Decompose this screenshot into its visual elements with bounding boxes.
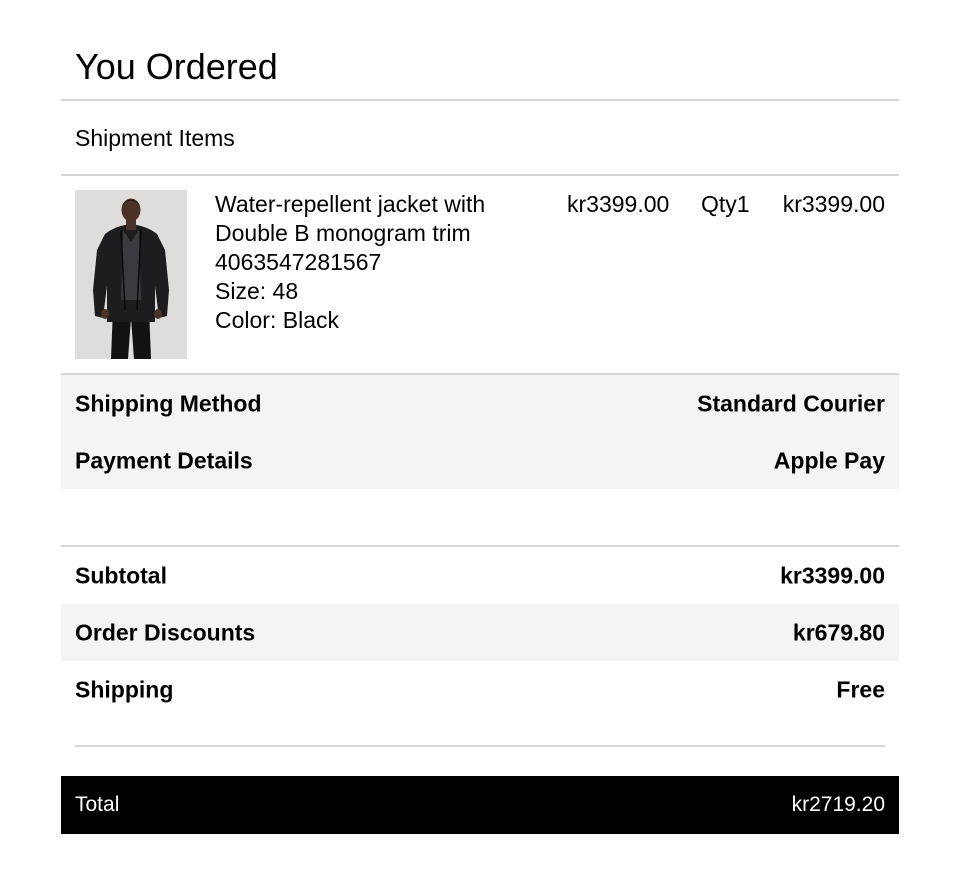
divider [75,745,885,747]
shipping-cost-value: Free [836,676,885,702]
product-image[interactable] [75,190,187,359]
shipping-method-label: Shipping Method [75,390,262,416]
order-discounts-row: Order Discounts kr679.80 [61,604,899,661]
subtotal-label: Subtotal [75,562,167,588]
order-discounts-value: kr679.80 [792,619,885,645]
shipping-payment-block: Shipping Method Standard Courier Payment… [61,375,899,489]
order-discounts-label: Order Discounts [75,619,256,645]
section-heading: Shipment Items [75,125,235,151]
shipping-cost-row: Shipping Free [61,661,899,718]
divider [61,99,899,101]
subtotal-row: Subtotal kr3399.00 [61,547,899,604]
total-value: kr2719.20 [791,793,885,816]
product-sku: 4063547281567 [215,249,382,275]
line-total: kr3399.00 [782,191,885,217]
payment-details-value: Apple Pay [773,447,885,473]
product-size: Size: 48 [215,278,299,304]
item-quantity: Qty1 [701,191,750,217]
payment-details-label: Payment Details [75,447,253,473]
shipping-method-value: Standard Courier [697,390,885,416]
unit-price: kr3399.00 [567,191,670,217]
shipment-item-row: Water-repellent jacket with Double B mon… [61,177,899,373]
page-title: You Ordered [75,46,278,87]
payment-details-row: Payment Details Apple Pay [61,432,899,489]
shipping-cost-label: Shipping [75,676,174,702]
product-photo-black-jacket [75,190,187,359]
shipping-method-row: Shipping Method Standard Courier [61,375,899,432]
product-color: Color: Black [215,307,339,333]
product-name-line-2[interactable]: Double B monogram trim [215,219,535,248]
order-total-bar: Total kr2719.20 [61,776,899,834]
subtotal-value: kr3399.00 [780,562,885,588]
total-label: Total [75,793,120,816]
product-name-line-1[interactable]: Water-repellent jacket with [215,190,535,219]
product-details: Water-repellent jacket with Double B mon… [215,190,535,335]
divider [61,174,899,176]
